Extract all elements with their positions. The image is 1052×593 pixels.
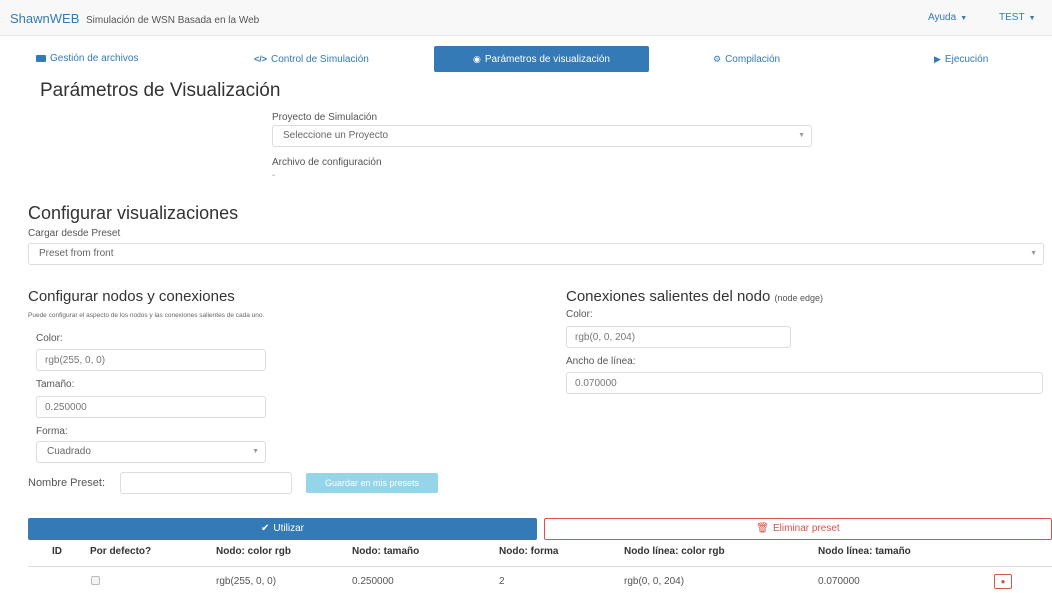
chevron-down-icon: ▼ <box>252 448 259 455</box>
project-label: Proyecto de Simulación <box>272 112 378 123</box>
save-preset-button[interactable]: Guardar en mis presets <box>306 473 438 493</box>
brand-name[interactable]: ShawnWEB <box>10 11 79 26</box>
node-size-label: Tamaño: <box>36 379 75 390</box>
tab-simulation-control[interactable]: </> Control de Simulación <box>254 46 369 72</box>
cell-line-size: 0.070000 <box>818 576 860 587</box>
brand[interactable]: ShawnWEB Simulación de WSN Basada en la … <box>10 11 259 26</box>
main-tabs: Gestión de archivos </> Control de Simula… <box>0 46 1052 72</box>
delete-preset-button[interactable]: 🗑 Eliminar preset <box>544 518 1052 540</box>
nodes-title: Configurar nodos y conexiones <box>28 288 235 305</box>
table-header-node-size: Nodo: tamaño <box>352 546 420 557</box>
top-navbar: ShawnWEB Simulación de WSN Basada en la … <box>0 0 1052 36</box>
code-icon: </> <box>254 54 268 64</box>
user-menu-label[interactable]: TEST <box>999 12 1025 23</box>
eye-icon: ◉ <box>473 54 481 64</box>
edges-title-text: Conexiones salientes del nodo <box>566 288 771 305</box>
use-preset-button[interactable]: ✔ Utilizar <box>28 518 537 540</box>
node-shape-select[interactable]: Cuadrado ▼ <box>36 441 266 463</box>
table-header-id: ID <box>52 546 62 557</box>
tab-file-management[interactable]: Gestión de archivos <box>36 46 138 72</box>
visualizations-title: Configurar visualizaciones <box>28 203 239 223</box>
tab-visualization-parameters[interactable]: ◉ Parámetros de visualización <box>434 46 649 72</box>
node-shape-label: Forma: <box>36 426 68 437</box>
preset-select[interactable]: Preset from front ▼ <box>28 243 1044 265</box>
nodes-hint: Puede configurar el aspecto de los nodos… <box>28 312 265 319</box>
default-checkbox[interactable] <box>91 576 100 585</box>
node-color-label: Color: <box>36 333 63 344</box>
table-header-line-size: Nodo línea: tamaño <box>818 546 911 557</box>
user-menu[interactable]: TEST ▼ <box>999 12 1036 23</box>
tab-label[interactable]: Parámetros de visualización <box>485 54 610 65</box>
trash-icon: ● <box>1000 577 1006 586</box>
trash-icon: 🗑 <box>756 523 769 534</box>
edges-title-small: (node edge) <box>774 293 824 303</box>
tab-execution[interactable]: ▶ Ejecución <box>934 46 988 72</box>
chevron-down-icon: ▼ <box>798 132 805 139</box>
edge-color-label: Color: <box>566 309 593 320</box>
edge-width-label: Ancho de línea: <box>566 356 636 367</box>
table-header-line-color: Nodo línea: color rgb <box>624 546 725 557</box>
brand-subtitle: Simulación de WSN Basada en la Web <box>86 15 260 26</box>
page-title: Parámetros de Visualización <box>40 80 281 101</box>
row-delete-button[interactable]: ● <box>994 574 1012 589</box>
table-header-default: Por defecto? <box>90 546 152 557</box>
tab-compilation[interactable]: ⚙ Compilación <box>713 46 780 72</box>
edges-title: Conexiones salientes del nodo (node edge… <box>566 288 823 305</box>
config-file-label: Archivo de configuración <box>272 157 382 168</box>
cell-node-size: 0.250000 <box>352 576 394 587</box>
delete-preset-label: Eliminar preset <box>773 523 840 534</box>
help-menu-label[interactable]: Ayuda <box>928 12 956 23</box>
gear-icon: ⚙ <box>713 54 722 64</box>
check-circle-icon: ✔ <box>261 523 270 534</box>
chevron-down-icon: ▼ <box>1028 15 1036 22</box>
cell-node-shape: 2 <box>499 576 505 587</box>
help-menu[interactable]: Ayuda ▼ <box>928 12 967 23</box>
tab-label[interactable]: Compilación <box>725 54 780 65</box>
tab-label[interactable]: Control de Simulación <box>271 54 369 65</box>
table-header-node-color: Nodo: color rgb <box>216 546 291 557</box>
use-preset-label: Utilizar <box>273 523 304 534</box>
cell-line-color: rgb(0, 0, 204) <box>624 576 685 587</box>
preset-label: Cargar desde Preset <box>28 228 121 239</box>
chevron-down-icon: ▼ <box>1030 250 1037 257</box>
chevron-down-icon: ▼ <box>960 15 968 22</box>
preset-name-input[interactable] <box>120 472 292 494</box>
table-header-node-shape: Nodo: forma <box>499 546 559 557</box>
config-file-value: - <box>272 170 276 181</box>
cell-node-color: rgb(255, 0, 0) <box>216 576 277 587</box>
play-icon: ▶ <box>934 54 941 64</box>
edge-color-input[interactable] <box>566 326 791 348</box>
node-shape-value: Cuadrado <box>47 446 91 457</box>
node-color-input[interactable] <box>36 349 266 371</box>
project-select-value: Seleccione un Proyecto <box>283 130 389 141</box>
node-size-input[interactable] <box>36 396 266 418</box>
preset-name-label: Nombre Preset: <box>28 477 106 489</box>
tab-label[interactable]: Ejecución <box>945 54 988 65</box>
tab-label[interactable]: Gestión de archivos <box>50 53 138 64</box>
project-select[interactable]: Seleccione un Proyecto ▼ <box>272 125 812 147</box>
edge-width-input[interactable] <box>566 372 1043 394</box>
preset-select-value: Preset from front <box>39 248 114 259</box>
folder-icon <box>36 55 46 62</box>
table-divider <box>28 566 1052 567</box>
